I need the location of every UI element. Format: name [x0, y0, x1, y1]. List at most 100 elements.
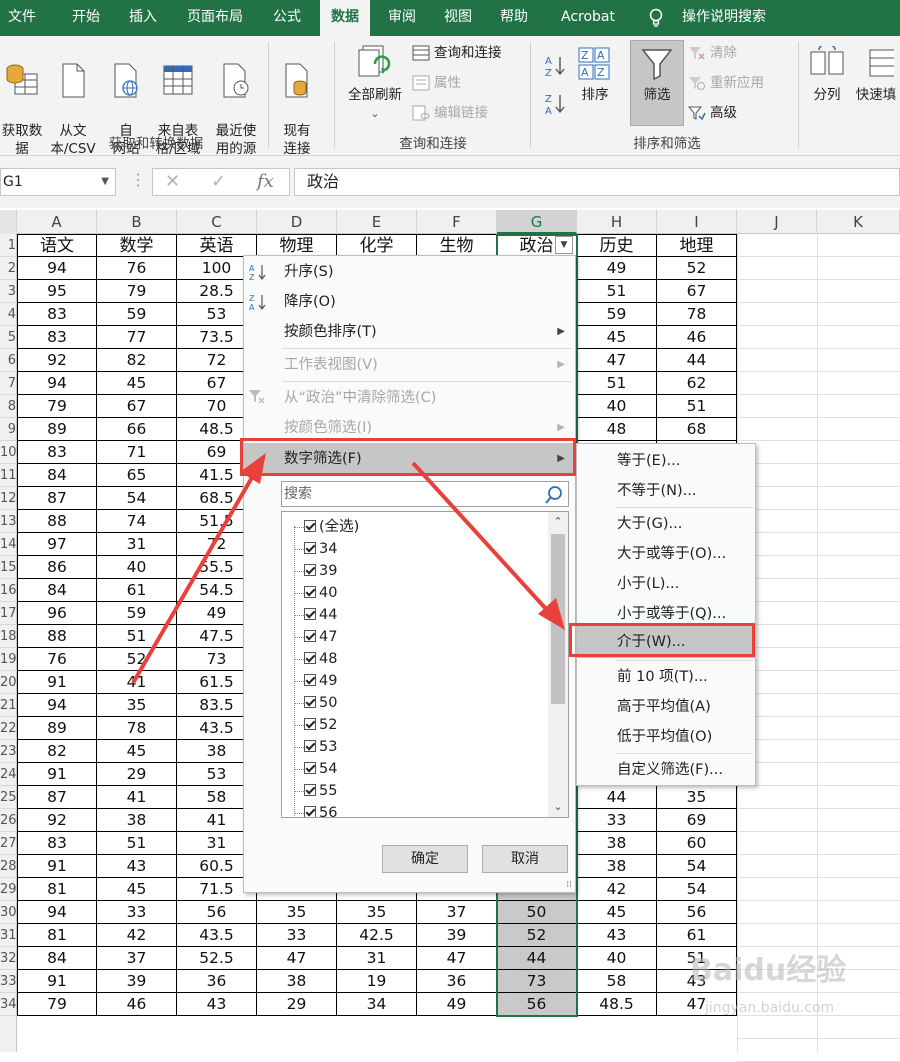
table-cell[interactable]: 79: [17, 993, 97, 1016]
row-header[interactable]: 14: [0, 533, 17, 556]
column-header[interactable]: H: [577, 210, 657, 234]
header-cell[interactable]: 生物: [417, 234, 497, 257]
table-cell[interactable]: 35: [337, 901, 417, 924]
tab-home[interactable]: 开始: [60, 0, 112, 36]
sort-az-button[interactable]: AZ: [544, 54, 570, 79]
table-cell[interactable]: 45: [97, 878, 177, 901]
checkbox-checked-icon[interactable]: [304, 784, 316, 796]
table-cell[interactable]: 58: [577, 970, 657, 993]
resize-grip-icon[interactable]: ⁞⁞: [566, 880, 572, 890]
table-cell[interactable]: 45: [577, 326, 657, 349]
table-cell[interactable]: 51: [97, 625, 177, 648]
header-cell[interactable]: 物理: [257, 234, 337, 257]
checkbox-checked-icon[interactable]: [304, 630, 316, 642]
filter-list-item[interactable]: 50: [304, 692, 337, 714]
column-header[interactable]: A: [17, 210, 97, 234]
checkbox-checked-icon[interactable]: [304, 740, 316, 752]
table-cell[interactable]: 94: [17, 372, 97, 395]
row-header[interactable]: 9: [0, 418, 17, 441]
table-cell[interactable]: 83: [17, 832, 97, 855]
table-cell[interactable]: 37: [97, 947, 177, 970]
sort-by-color-item[interactable]: 按颜色排序(T) ▶: [244, 317, 575, 347]
checkbox-checked-icon[interactable]: [304, 564, 316, 576]
row-header[interactable]: 16: [0, 579, 17, 602]
table-cell[interactable]: 43.5: [177, 924, 257, 947]
table-cell[interactable]: 59: [577, 303, 657, 326]
table-cell[interactable]: 95: [17, 280, 97, 303]
table-cell[interactable]: 79: [97, 280, 177, 303]
table-cell[interactable]: 84: [17, 464, 97, 487]
table-cell[interactable]: 45: [97, 740, 177, 763]
table-cell[interactable]: 83: [17, 441, 97, 464]
filter-less-item[interactable]: 小于(L)...: [577, 569, 755, 599]
table-cell[interactable]: 47: [577, 349, 657, 372]
clear-filter-button[interactable]: 清除: [688, 42, 737, 64]
table-cell[interactable]: 92: [17, 349, 97, 372]
table-cell[interactable]: 52.5: [177, 947, 257, 970]
column-header[interactable]: I: [657, 210, 737, 234]
header-cell[interactable]: 历史: [577, 234, 657, 257]
function-icon[interactable]: fx: [257, 171, 274, 192]
row-header[interactable]: 8: [0, 395, 17, 418]
table-cell[interactable]: 43: [577, 924, 657, 947]
table-cell[interactable]: 38: [257, 970, 337, 993]
checkbox-checked-icon[interactable]: [304, 674, 316, 686]
checkbox-checked-icon[interactable]: [304, 718, 316, 730]
table-cell[interactable]: 77: [97, 326, 177, 349]
table-cell[interactable]: 51: [97, 832, 177, 855]
table-cell[interactable]: 88: [17, 510, 97, 533]
table-cell[interactable]: 67: [657, 280, 737, 303]
table-cell[interactable]: 87: [17, 786, 97, 809]
table-cell[interactable]: 94: [17, 257, 97, 280]
tab-page-layout[interactable]: 页面布局: [176, 0, 254, 36]
table-cell[interactable]: 35: [257, 901, 337, 924]
table-cell[interactable]: 92: [17, 809, 97, 832]
filter-list-item[interactable]: 44: [304, 604, 337, 626]
row-header[interactable]: 24: [0, 763, 17, 786]
table-cell[interactable]: 36: [417, 970, 497, 993]
filter-below-average-item[interactable]: 低于平均值(O): [577, 722, 755, 752]
row-header[interactable]: 34: [0, 993, 17, 1016]
filter-dropdown-button[interactable]: ▼: [555, 236, 573, 254]
ok-button[interactable]: 确定: [382, 845, 468, 873]
column-header-selected[interactable]: G: [497, 210, 577, 234]
row-header[interactable]: 20: [0, 671, 17, 694]
table-cell[interactable]: 38: [97, 809, 177, 832]
table-cell[interactable]: 46: [657, 326, 737, 349]
drag-handle-icon[interactable]: ⋮: [130, 170, 146, 189]
row-header[interactable]: 15: [0, 556, 17, 579]
table-cell[interactable]: 87: [17, 487, 97, 510]
table-cell[interactable]: 78: [657, 303, 737, 326]
table-cell[interactable]: 82: [97, 349, 177, 372]
filter-not-equals-item[interactable]: 不等于(N)...: [577, 476, 755, 506]
table-cell[interactable]: 51: [657, 395, 737, 418]
filter-search-input[interactable]: 搜索: [281, 481, 569, 507]
custom-filter-item[interactable]: 自定义筛选(F)...: [577, 755, 755, 785]
queries-connections-button[interactable]: 查询和连接: [412, 42, 502, 64]
row-header[interactable]: 32: [0, 947, 17, 970]
filter-equals-item[interactable]: 等于(E)...: [577, 446, 755, 476]
table-cell[interactable]: 61: [97, 579, 177, 602]
checkbox-checked-icon[interactable]: [304, 520, 316, 532]
list-scrollbar[interactable]: ⌃ ⌄: [548, 512, 568, 817]
filter-button[interactable]: 筛选: [630, 46, 684, 104]
cancel-icon[interactable]: ✕: [165, 171, 180, 192]
scroll-up-icon[interactable]: ⌃: [548, 512, 568, 532]
tab-formulas[interactable]: 公式: [262, 0, 312, 36]
flash-fill-button[interactable]: 快速填: [852, 46, 900, 104]
row-header[interactable]: 27: [0, 832, 17, 855]
filter-list-item[interactable]: 56: [304, 802, 337, 817]
filter-greater-item[interactable]: 大于(G)...: [577, 509, 755, 539]
row-header[interactable]: 3: [0, 280, 17, 303]
header-cell[interactable]: 地理: [657, 234, 737, 257]
row-header[interactable]: 17: [0, 602, 17, 625]
filter-by-color-item[interactable]: 按颜色筛选(I) ▶: [244, 413, 575, 443]
tab-acrobat[interactable]: Acrobat: [548, 0, 628, 36]
table-cell[interactable]: 36: [177, 970, 257, 993]
filter-less-equal-item[interactable]: 小于或等于(Q)...: [577, 599, 755, 629]
row-header[interactable]: 19: [0, 648, 17, 671]
table-cell[interactable]: 29: [97, 763, 177, 786]
column-header[interactable]: D: [257, 210, 337, 234]
table-cell[interactable]: 91: [17, 671, 97, 694]
table-cell[interactable]: 91: [17, 970, 97, 993]
